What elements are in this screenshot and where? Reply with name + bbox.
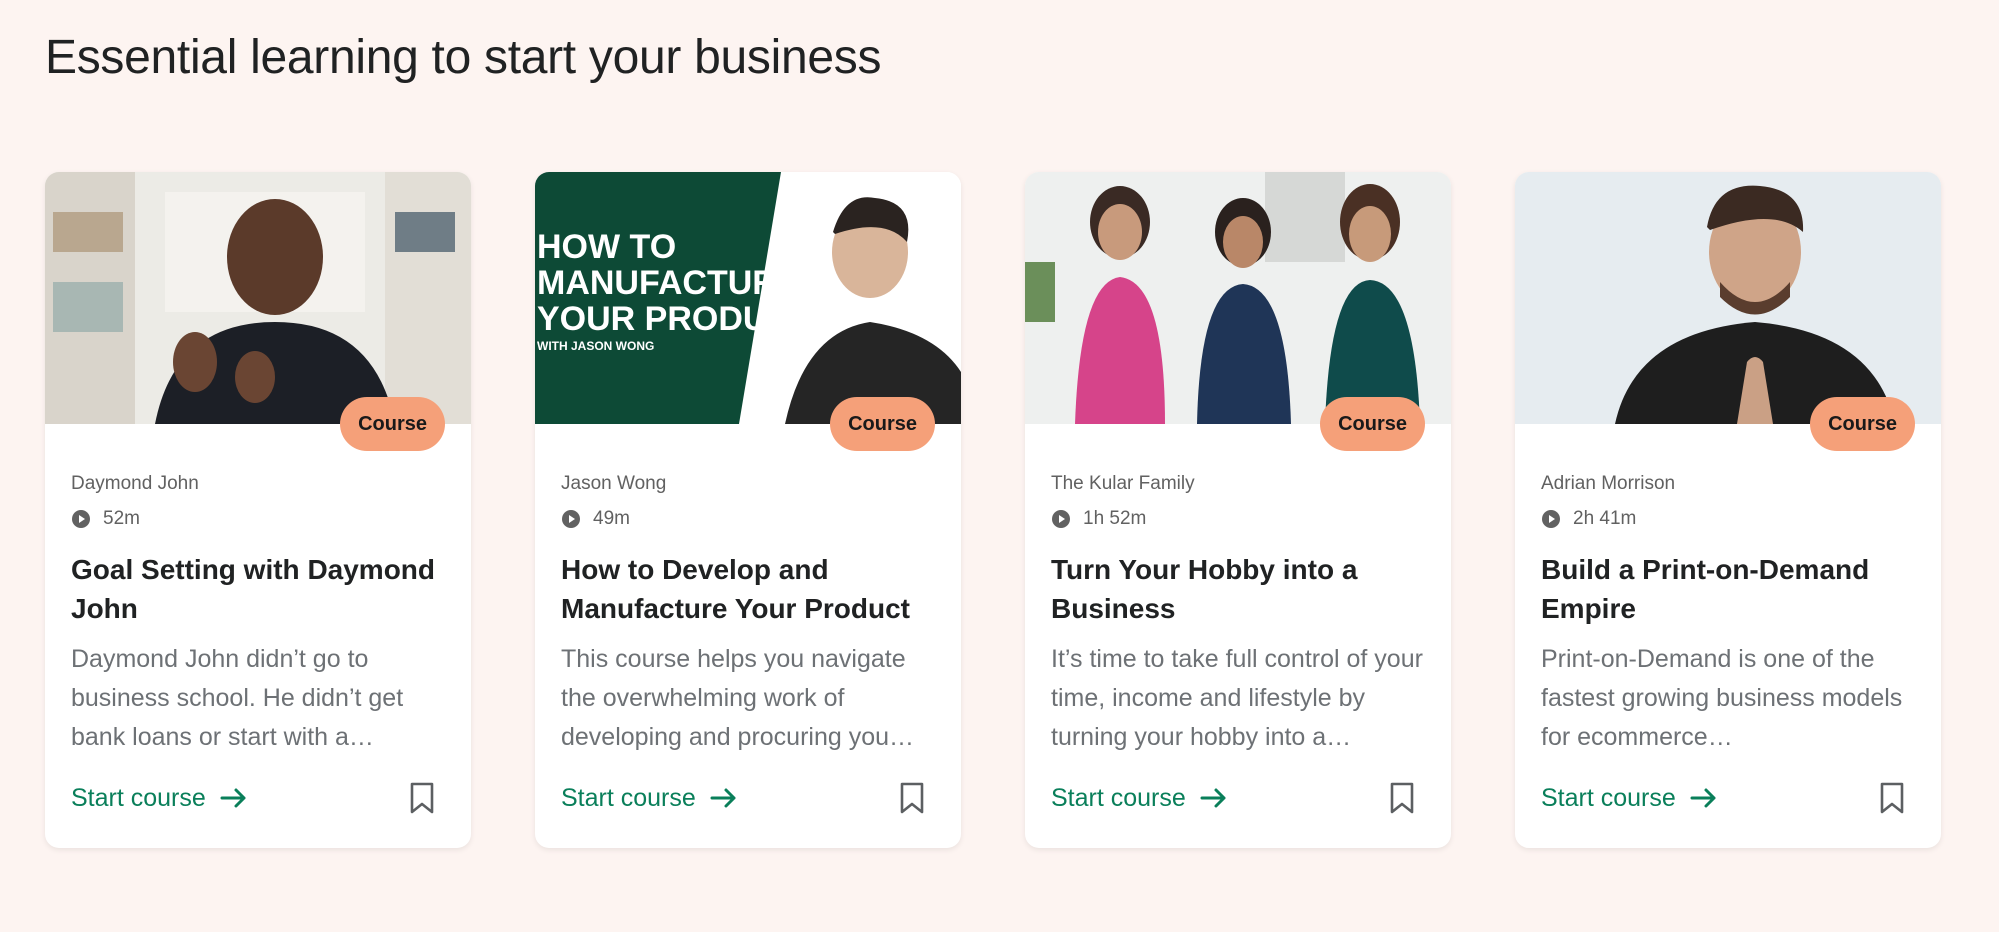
card-body: Daymond John 52m Goal Setting with Daymo… <box>71 472 445 757</box>
play-icon <box>1541 509 1561 529</box>
course-author: Adrian Morrison <box>1541 473 1676 494</box>
course-badge: Course <box>1320 397 1425 451</box>
course-thumbnail[interactable] <box>1515 172 1941 424</box>
thumb-text-line4: WITH JASON WONG <box>537 339 654 353</box>
course-card[interactable]: Course Adrian Morrison 2h 41m Build a Pr… <box>1515 172 1941 848</box>
course-title[interactable]: Goal Setting with Daymond John <box>71 550 445 628</box>
duration-label: 49m <box>593 508 630 529</box>
arrow-right-icon <box>1690 787 1718 809</box>
arrow-right-icon <box>710 787 738 809</box>
bookmark-icon[interactable] <box>409 782 435 814</box>
course-description: Print-on-Demand is one of the fastest gr… <box>1541 645 1903 751</box>
course-thumbnail[interactable] <box>1025 172 1451 424</box>
thumb-text-line1: HOW TO <box>537 228 676 266</box>
play-icon <box>1051 509 1071 529</box>
course-card[interactable]: Course The Kular Family 1h 52m Turn Your… <box>1025 172 1451 848</box>
start-course-link[interactable]: Start course <box>1051 784 1228 813</box>
card-body: Adrian Morrison 2h 41m Build a Print-on-… <box>1541 472 1915 757</box>
card-footer: Start course <box>1541 782 1915 814</box>
duration-label: 1h 52m <box>1083 508 1147 529</box>
course-thumbnail[interactable] <box>45 172 471 424</box>
card-footer: Start course <box>71 782 445 814</box>
course-title[interactable]: Build a Print-on-Demand Empire <box>1541 550 1915 628</box>
thumb-text-line2: MANUFACTURE <box>537 264 800 302</box>
play-icon <box>71 509 91 529</box>
course-duration: 1h 52m <box>1051 508 1425 530</box>
course-description: This course helps you navigate the overw… <box>561 645 915 751</box>
play-icon <box>561 509 581 529</box>
start-course-link[interactable]: Start course <box>71 784 248 813</box>
bookmark-icon[interactable] <box>1389 782 1415 814</box>
course-author: Daymond John <box>71 473 199 494</box>
course-author: The Kular Family <box>1051 473 1195 494</box>
section-title: Essential learning to start your busines… <box>45 31 882 84</box>
course-card[interactable]: Course Daymond John 52m Goal Setting wit… <box>45 172 471 848</box>
course-description: It’s time to take full control of your t… <box>1051 645 1423 751</box>
bookmark-icon[interactable] <box>899 782 925 814</box>
start-course-label: Start course <box>1051 783 1186 812</box>
course-card[interactable]: HOW TO MANUFACTURE YOUR PRODUCT WITH JAS… <box>535 172 961 848</box>
card-footer: Start course <box>561 782 935 814</box>
course-thumbnail[interactable]: HOW TO MANUFACTURE YOUR PRODUCT WITH JAS… <box>535 172 961 424</box>
course-badge: Course <box>1810 397 1915 451</box>
course-card-list: Course Daymond John 52m Goal Setting wit… <box>45 172 1941 848</box>
course-badge: Course <box>340 397 445 451</box>
course-title[interactable]: How to Develop and Manufacture Your Prod… <box>561 550 935 628</box>
start-course-link[interactable]: Start course <box>561 784 738 813</box>
course-title[interactable]: Turn Your Hobby into a Business <box>1051 550 1425 628</box>
card-body: Jason Wong 49m How to Develop and Manufa… <box>561 472 935 757</box>
arrow-right-icon <box>220 787 248 809</box>
thumb-text-line3: YOUR PRODUCT <box>537 300 813 338</box>
bookmark-icon[interactable] <box>1879 782 1905 814</box>
card-footer: Start course <box>1051 782 1425 814</box>
card-body: The Kular Family 1h 52m Turn Your Hobby … <box>1051 472 1425 757</box>
duration-label: 2h 41m <box>1573 508 1637 529</box>
arrow-right-icon <box>1200 787 1228 809</box>
course-duration: 52m <box>71 508 445 530</box>
course-badge: Course <box>830 397 935 451</box>
start-course-label: Start course <box>71 783 206 812</box>
duration-label: 52m <box>103 508 140 529</box>
start-course-link[interactable]: Start course <box>1541 784 1718 813</box>
start-course-label: Start course <box>561 783 696 812</box>
start-course-label: Start course <box>1541 783 1676 812</box>
course-author: Jason Wong <box>561 473 667 494</box>
course-duration: 2h 41m <box>1541 508 1915 530</box>
course-duration: 49m <box>561 508 935 530</box>
course-description: Daymond John didn’t go to business schoo… <box>71 645 404 751</box>
